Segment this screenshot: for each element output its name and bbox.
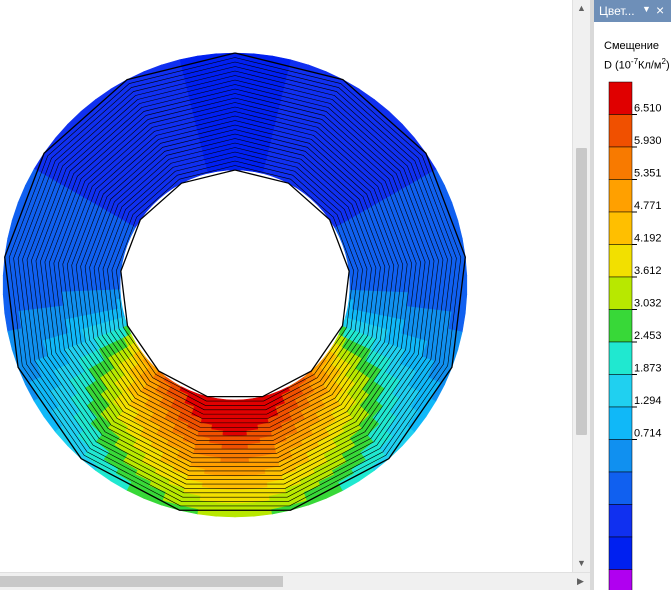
scroll-down-arrow-icon[interactable]: ▼ bbox=[573, 555, 590, 572]
legend-tick-label: 1.873 bbox=[634, 363, 662, 375]
contour-line bbox=[120, 169, 350, 398]
color-legend-panel: Цвет... ▼ × Смещение D (10-7Кл/м2) 6.510… bbox=[590, 0, 671, 590]
panel-header: Цвет... ▼ × bbox=[594, 0, 671, 22]
contour-cell bbox=[234, 511, 254, 518]
legend-color-swatch bbox=[608, 146, 633, 180]
legend-color-swatch bbox=[608, 569, 633, 590]
legend-tick-label: 3.032 bbox=[634, 298, 662, 310]
legend-quantity-label: Смещение D (10-7Кл/м2) bbox=[604, 38, 670, 74]
legend-color-swatch bbox=[608, 374, 633, 408]
legend-color-swatch bbox=[608, 536, 633, 570]
contour-cell bbox=[234, 160, 246, 167]
legend-color-swatch bbox=[608, 81, 633, 115]
legend-color-swatch bbox=[608, 276, 633, 310]
legend-color-swatch bbox=[608, 211, 633, 245]
scroll-right-arrow-icon[interactable]: ▶ bbox=[572, 573, 589, 590]
color-scale-bar: 6.510 5.930 5.351 4.771 4.192 3.612 3.032 2.453… bbox=[608, 81, 662, 590]
contour-cell bbox=[221, 439, 236, 446]
panel-close-icon[interactable]: × bbox=[656, 2, 664, 18]
legend-color-swatch bbox=[608, 114, 633, 148]
legend-tick-label: 4.771 bbox=[634, 200, 662, 212]
legend-quantity-name: Смещение bbox=[604, 40, 660, 52]
horizontal-scroll-thumb[interactable] bbox=[0, 576, 283, 587]
contour-cell bbox=[223, 412, 236, 419]
contour-cell bbox=[234, 399, 245, 405]
legend-tick-label: 5.930 bbox=[634, 135, 662, 147]
contour-cell bbox=[234, 408, 246, 414]
scroll-up-arrow-icon[interactable]: ▲ bbox=[573, 0, 590, 17]
contour-cell bbox=[216, 511, 236, 518]
contour-cell bbox=[234, 439, 249, 446]
contour-cell bbox=[224, 160, 236, 167]
contour-cell bbox=[225, 165, 236, 171]
legend-tick-label: 5.351 bbox=[634, 168, 662, 180]
legend-color-swatch bbox=[608, 244, 633, 278]
legend-tick-label: 6.510 bbox=[634, 103, 662, 115]
legend-color-swatch bbox=[608, 504, 633, 538]
contour-cell bbox=[224, 403, 236, 410]
horizontal-scrollbar[interactable]: ▶ bbox=[0, 572, 590, 590]
legend-color-swatch bbox=[608, 406, 633, 440]
panel-menu-arrow-icon[interactable]: ▼ bbox=[642, 4, 651, 14]
contour-cell bbox=[234, 403, 246, 410]
legend-color-swatch bbox=[608, 341, 633, 375]
legend-tick-label: 1.294 bbox=[634, 395, 662, 407]
legend-tick-label: 3.612 bbox=[634, 265, 662, 277]
legend-color-swatch bbox=[608, 309, 633, 343]
vertical-scrollbar[interactable]: ▲ ▼ bbox=[572, 0, 590, 572]
contour-cell bbox=[224, 408, 236, 414]
legend-color-swatch bbox=[608, 439, 633, 473]
contour-plot bbox=[2, 52, 468, 518]
contour-cell bbox=[234, 165, 245, 171]
contour-cell bbox=[234, 412, 247, 419]
legend-tick-label: 0.714 bbox=[634, 428, 662, 440]
plot-viewport[interactable] bbox=[0, 0, 572, 572]
legend-color-swatch bbox=[608, 471, 633, 505]
vertical-scroll-thumb[interactable] bbox=[576, 148, 587, 435]
panel-title: Цвет... bbox=[599, 4, 635, 18]
legend-color-swatch bbox=[608, 179, 633, 213]
contour-cell bbox=[225, 399, 236, 405]
legend-tick-label: 4.192 bbox=[634, 233, 662, 245]
legend-tick-label: 2.453 bbox=[634, 330, 662, 342]
